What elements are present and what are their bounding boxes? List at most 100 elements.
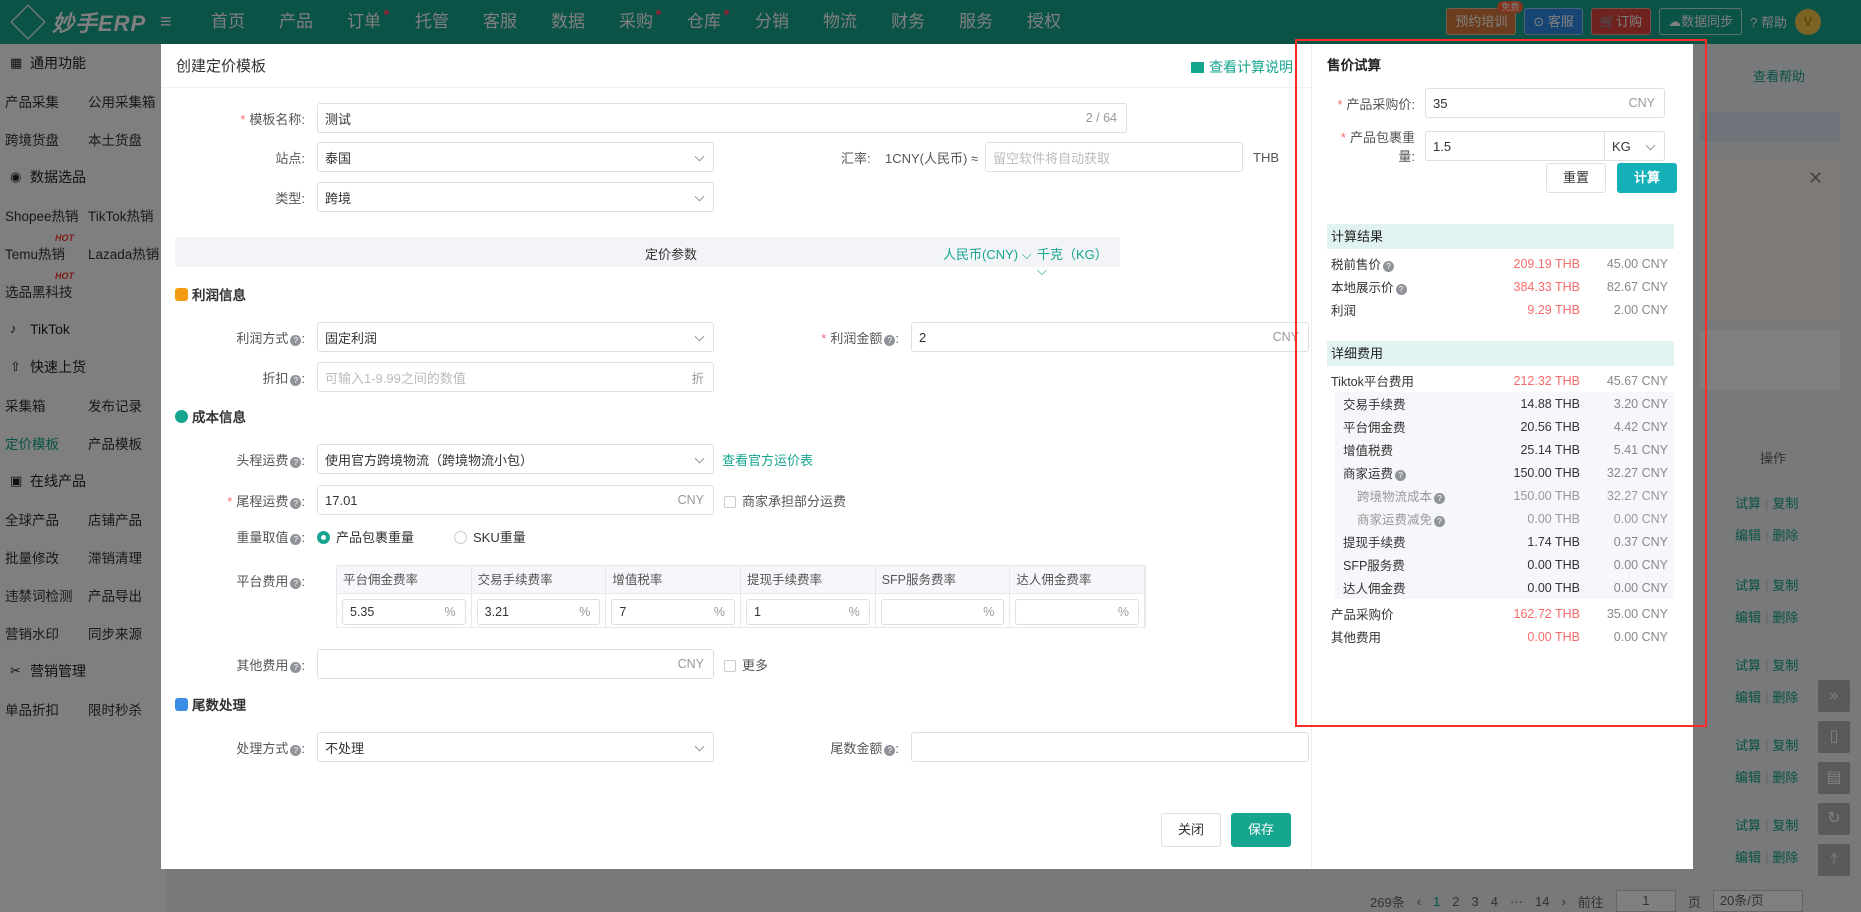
fee-column: 交易手续费率 3.21%	[471, 566, 607, 630]
cost-title-text: 成本信息	[192, 410, 246, 425]
weight-option-sku-label: SKU重量	[473, 529, 526, 545]
help-icon[interactable]: ?	[290, 744, 302, 756]
template-name-row: 模板名称: 测试 2 / 64	[161, 103, 1127, 133]
fee-rate-value: 5.35	[350, 605, 375, 619]
last-freight-value: 17.01	[325, 492, 358, 508]
help-icon[interactable]: ?	[290, 334, 302, 346]
discount-input[interactable]: 可输入1-9.99之间的数值 折	[317, 362, 714, 392]
template-name-input[interactable]: 测试 2 / 64	[317, 103, 1127, 133]
fee-rate-input[interactable]: %	[880, 599, 1005, 625]
profit-amount-row: 利润金额?: 2CNY	[791, 322, 1309, 352]
create-pricing-template-dialog: 创建定价模板 查看计算说明 模板名称: 测试 2 / 64 站点: 泰国 汇率: …	[161, 44, 1311, 869]
fee-column: 平台佣金费率 5.35%	[337, 566, 472, 627]
rate-label: 汇率:	[841, 150, 871, 166]
fee-rate-input[interactable]: 5.35%	[342, 599, 466, 625]
dialog-header: 创建定价模板	[161, 44, 1311, 88]
close-button[interactable]: 关闭	[1161, 813, 1221, 847]
profit-amount-input[interactable]: 2 CNY	[911, 322, 1309, 352]
discount-label: 折扣?:	[262, 370, 305, 386]
last-freight-input[interactable]: 17.01 CNY	[317, 485, 714, 515]
site-select[interactable]: 泰国	[317, 142, 714, 172]
type-select[interactable]: 跨境	[317, 182, 714, 212]
fee-column-header: SFP服务费率	[875, 566, 1010, 594]
help-icon[interactable]: ?	[884, 334, 896, 346]
fee-cell: 7%	[606, 594, 740, 630]
discount-suffix: 折	[691, 371, 704, 386]
tail-mode-select[interactable]: 不处理	[317, 732, 714, 762]
platform-fee-row: 平台费用?:	[161, 571, 317, 590]
profit-mode-row: 利润方式?: 固定利润	[161, 322, 714, 352]
fee-column-header: 交易手续费率	[471, 566, 606, 594]
merchant-share-checkbox[interactable]: 商家承担部分运费	[724, 491, 846, 510]
tail-amount-label: 尾数金额?:	[830, 740, 899, 756]
fee-unit: %	[713, 605, 726, 619]
tail-amount-input[interactable]	[911, 732, 1309, 762]
fee-cell: 3.21%	[472, 594, 606, 630]
radio-selected-icon	[317, 530, 330, 544]
platform-fee-label: 平台费用?:	[236, 574, 305, 589]
fee-cell: %	[876, 594, 1010, 630]
calc-help-link[interactable]: 查看计算说明	[1191, 57, 1293, 77]
chevron-down-icon	[694, 741, 705, 752]
fee-unit: %	[848, 605, 860, 619]
fee-column: SFP服务费率%	[875, 566, 1011, 630]
rate-input[interactable]: 留空软件将自动获取	[985, 142, 1243, 172]
save-button[interactable]: 保存	[1231, 813, 1291, 847]
weight-label: 重量取值?:	[236, 529, 305, 545]
tail-mode-value: 不处理	[325, 740, 365, 756]
cost-icon	[175, 409, 188, 423]
fee-column-header: 提现手续费率	[741, 566, 875, 594]
last-freight-row: 尾程运费?: 17.01 CNY 商家承担部分运费	[161, 485, 846, 515]
fee-cell: %	[1010, 594, 1144, 630]
discount-placeholder: 可输入1-9.99之间的数值	[325, 370, 466, 386]
weight-option-sku[interactable]: SKU重量	[454, 527, 526, 546]
profit-amount-value: 2	[919, 329, 927, 345]
chevron-down-icon	[694, 453, 705, 464]
other-fee-suffix: CNY	[677, 657, 704, 671]
profit-amount-label: 利润金额?:	[791, 328, 911, 347]
profit-icon	[175, 287, 188, 301]
weight-option-package-label: 产品包裹重量	[336, 529, 415, 545]
fee-column: 增值税率 7%	[606, 566, 742, 630]
currency-select[interactable]: 人民币(CNY) ⌵	[943, 244, 1032, 263]
fee-rate-input[interactable]: 3.21%	[476, 599, 601, 625]
help-icon[interactable]: ?	[290, 661, 302, 673]
platform-fee-table: 平台佣金费率 5.35% 交易手续费率 3.21% 增值税率 7% 提现手续费率 1% SFP服…	[336, 565, 1146, 628]
fee-unit: %	[1117, 605, 1130, 619]
first-freight-select[interactable]: 使用官方跨境物流（跨境物流小包）	[317, 444, 714, 474]
help-icon[interactable]: ?	[290, 374, 302, 386]
chevron-down-icon	[694, 191, 705, 202]
help-icon[interactable]: ?	[290, 533, 302, 545]
profit-title-text: 利润信息	[192, 288, 246, 303]
help-icon[interactable]: ?	[884, 744, 896, 756]
other-fee-input[interactable]: CNY	[317, 649, 714, 679]
first-freight-label: 头程运费?:	[236, 452, 305, 468]
help-icon[interactable]: ?	[290, 578, 302, 589]
fee-rate-input[interactable]: 7%	[611, 599, 736, 625]
pricing-params-title: 定价参数	[645, 247, 698, 262]
last-freight-label: 尾程运费?:	[161, 491, 317, 510]
book-icon	[1191, 62, 1204, 73]
pricing-params-band: 定价参数 人民币(CNY) ⌵ 千克（KG） ⌵	[175, 237, 1120, 278]
fee-rate-input[interactable]: %	[1015, 599, 1140, 625]
weight-option-package[interactable]: 产品包裹重量	[317, 527, 414, 546]
fee-unit: %	[579, 605, 591, 619]
fee-rate-input[interactable]: 1%	[746, 599, 870, 625]
rate-row: 汇率: 1CNY(人民币) ≈ 留空软件将自动获取 THB	[841, 142, 1279, 172]
profit-mode-select[interactable]: 固定利润	[317, 322, 714, 352]
profit-mode-label: 利润方式?:	[236, 330, 305, 346]
fee-column: 达人佣金费率%	[1010, 566, 1146, 630]
fee-column-header: 达人佣金费率	[1010, 566, 1145, 594]
chevron-down-icon	[694, 151, 705, 162]
freight-table-link[interactable]: 查看官方运价表	[722, 450, 813, 469]
unit-select[interactable]: 千克（KG） ⌵	[1037, 244, 1120, 279]
currency-value: 人民币(CNY)	[943, 247, 1019, 262]
checkbox-icon	[724, 659, 736, 672]
site-row: 站点: 泰国	[161, 142, 714, 172]
help-icon[interactable]: ?	[290, 456, 302, 468]
help-icon[interactable]: ?	[290, 497, 302, 509]
unit-value: 千克（KG）	[1037, 247, 1108, 262]
type-label: 类型:	[275, 190, 305, 206]
more-checkbox[interactable]: 更多	[724, 655, 768, 674]
rate-suffix: THB	[1253, 149, 1279, 165]
